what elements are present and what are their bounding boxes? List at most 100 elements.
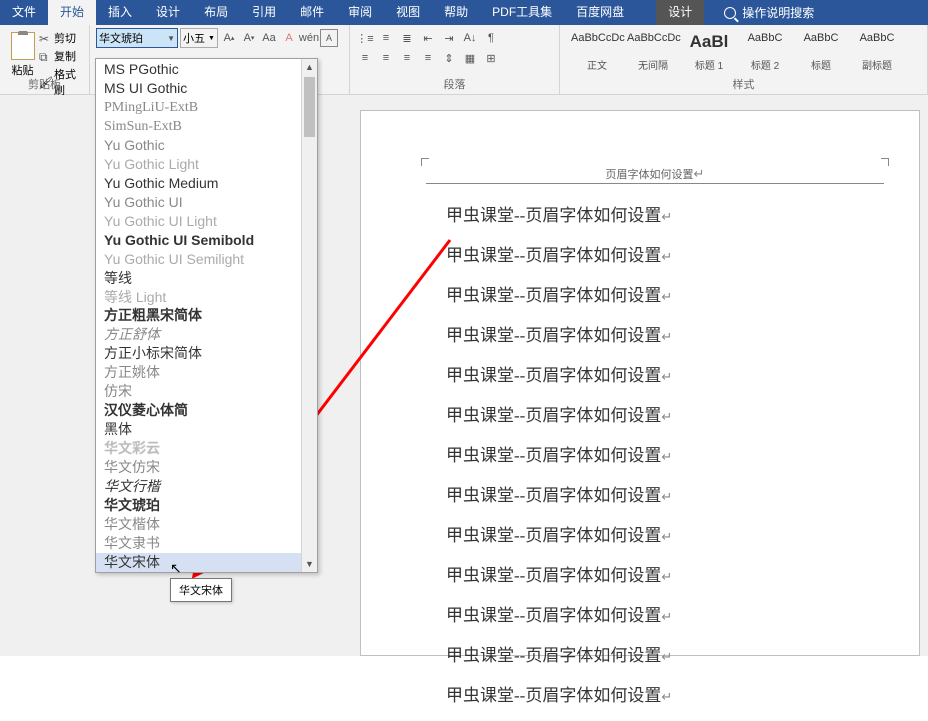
- font-tooltip: 华文宋体: [170, 578, 232, 602]
- font-item[interactable]: 方正粗黑宋简体: [96, 306, 317, 325]
- scissors-icon: [39, 32, 51, 44]
- shrink-font-button[interactable]: A▾: [240, 29, 258, 47]
- body-line[interactable]: 甲虫课堂--页眉字体如何设置↵: [446, 281, 879, 306]
- align-right-button[interactable]: ≡: [398, 49, 416, 67]
- font-item[interactable]: 仿宋: [96, 382, 317, 401]
- style-正文[interactable]: AaBbCcDc正文: [570, 29, 624, 75]
- tab-开始[interactable]: 开始: [48, 0, 96, 25]
- copy-button[interactable]: 复制: [39, 48, 83, 64]
- cut-button[interactable]: 剪切: [39, 30, 83, 46]
- scroll-thumb[interactable]: [304, 77, 315, 137]
- style-标题[interactable]: AaBbC标题: [794, 29, 848, 75]
- font-name-select[interactable]: 华文琥珀▼: [96, 28, 178, 48]
- tab-引用[interactable]: 引用: [240, 0, 288, 25]
- page-header[interactable]: 页眉字体如何设置↵: [426, 164, 884, 184]
- font-item[interactable]: 黑体: [96, 420, 317, 439]
- body-line[interactable]: 甲虫课堂--页眉字体如何设置↵: [446, 521, 879, 546]
- font-item[interactable]: Yu Gothic Light: [96, 154, 317, 173]
- numbering-button[interactable]: ≡: [377, 29, 395, 47]
- shading-button[interactable]: ▦: [461, 49, 479, 67]
- style-标题 2[interactable]: AaBbC标题 2: [738, 29, 792, 75]
- body-line[interactable]: 甲虫课堂--页眉字体如何设置↵: [446, 401, 879, 426]
- context-tab-design[interactable]: 设计: [656, 0, 704, 25]
- page[interactable]: 页眉字体如何设置↵ 甲虫课堂--页眉字体如何设置↵ 甲虫课堂--页眉字体如何设置↵…: [360, 110, 920, 656]
- tab-文件[interactable]: 文件: [0, 0, 48, 25]
- scroll-down-icon[interactable]: ▼: [302, 556, 317, 572]
- search-icon: [724, 7, 736, 19]
- scrollbar[interactable]: ▲ ▼: [301, 59, 317, 572]
- decrease-indent-button[interactable]: ⇤: [419, 29, 437, 47]
- font-item[interactable]: Yu Gothic Medium: [96, 173, 317, 192]
- char-border-button[interactable]: A: [320, 29, 338, 47]
- tab-帮助[interactable]: 帮助: [432, 0, 480, 25]
- sort-button[interactable]: A↓: [461, 29, 479, 47]
- page-body[interactable]: 甲虫课堂--页眉字体如何设置↵ 甲虫课堂--页眉字体如何设置↵ 甲虫课堂--页眉字体…: [446, 201, 879, 721]
- tab-邮件[interactable]: 邮件: [288, 0, 336, 25]
- tab-百度网盘[interactable]: 百度网盘: [564, 0, 636, 25]
- phonetic-guide-button[interactable]: wén: [300, 29, 318, 47]
- body-line[interactable]: 甲虫课堂--页眉字体如何设置↵: [446, 241, 879, 266]
- font-item[interactable]: 汉仪菱心体简: [96, 401, 317, 420]
- body-line[interactable]: 甲虫课堂--页眉字体如何设置↵: [446, 681, 879, 706]
- font-item[interactable]: 等线: [96, 268, 317, 287]
- font-item[interactable]: 方正小标宋简体: [96, 344, 317, 363]
- tell-me-search[interactable]: 操作说明搜索: [724, 4, 814, 21]
- font-item[interactable]: PMingLiU-ExtB: [96, 97, 317, 116]
- font-item[interactable]: 等线 Light: [96, 287, 317, 306]
- justify-button[interactable]: ≡: [419, 49, 437, 67]
- line-spacing-button[interactable]: ⇕: [440, 49, 458, 67]
- change-case-button[interactable]: Aa: [260, 29, 278, 47]
- tab-插入[interactable]: 插入: [96, 0, 144, 25]
- clipboard-group: 粘贴 剪切 复制 格式刷 剪贴板: [0, 25, 90, 94]
- font-item[interactable]: 华文仿宋: [96, 458, 317, 477]
- body-line[interactable]: 甲虫课堂--页眉字体如何设置↵: [446, 441, 879, 466]
- font-item[interactable]: Yu Gothic UI Semilight: [96, 249, 317, 268]
- body-line[interactable]: 甲虫课堂--页眉字体如何设置↵: [446, 361, 879, 386]
- clear-formatting-button[interactable]: A: [280, 29, 298, 47]
- font-item[interactable]: 华文宋体: [96, 553, 317, 572]
- borders-button[interactable]: ⊞: [482, 49, 500, 67]
- tab-设计[interactable]: 设计: [144, 0, 192, 25]
- font-item[interactable]: 华文楷体: [96, 515, 317, 534]
- font-item[interactable]: 方正舒体: [96, 325, 317, 344]
- body-line[interactable]: 甲虫课堂--页眉字体如何设置↵: [446, 481, 879, 506]
- tab-布局[interactable]: 布局: [192, 0, 240, 25]
- body-line[interactable]: 甲虫课堂--页眉字体如何设置↵: [446, 601, 879, 626]
- font-item[interactable]: 方正姚体: [96, 363, 317, 382]
- tab-审阅[interactable]: 审阅: [336, 0, 384, 25]
- align-left-button[interactable]: ≡: [356, 49, 374, 67]
- font-item[interactable]: SimSun-ExtB: [96, 116, 317, 135]
- multilevel-button[interactable]: ≣: [398, 29, 416, 47]
- show-marks-button[interactable]: ¶: [482, 29, 500, 47]
- cursor-icon: ↖: [170, 560, 182, 577]
- font-item[interactable]: 华文琥珀: [96, 496, 317, 515]
- tab-PDF工具集[interactable]: PDF工具集: [480, 0, 564, 25]
- font-dropdown[interactable]: MS PGothicMS UI GothicPMingLiU-ExtBSimSu…: [95, 58, 318, 573]
- tab-视图[interactable]: 视图: [384, 0, 432, 25]
- style-无间隔[interactable]: AaBbCcDc无间隔: [626, 29, 680, 75]
- body-line[interactable]: 甲虫课堂--页眉字体如何设置↵: [446, 641, 879, 666]
- font-item[interactable]: Yu Gothic UI Light: [96, 211, 317, 230]
- body-line[interactable]: 甲虫课堂--页眉字体如何设置↵: [446, 321, 879, 346]
- style-标题 1[interactable]: AaBl标题 1: [682, 29, 736, 75]
- paragraph-group-label: 段落: [350, 76, 559, 92]
- font-item[interactable]: Yu Gothic UI Semibold: [96, 230, 317, 249]
- font-item[interactable]: 华文隶书: [96, 534, 317, 553]
- font-item[interactable]: Yu Gothic UI: [96, 192, 317, 211]
- style-副标题[interactable]: AaBbC副标题: [850, 29, 904, 75]
- font-item[interactable]: MS UI Gothic: [96, 78, 317, 97]
- paragraph-group: ⋮≡ ≡ ≣ ⇤ ⇥ A↓ ¶ ≡ ≡ ≡ ≡ ⇕ ▦ ⊞ 段落: [350, 25, 560, 94]
- menu-bar: 文件开始插入设计布局引用邮件审阅视图帮助PDF工具集百度网盘 设计 操作说明搜索: [0, 0, 928, 25]
- grow-font-button[interactable]: A▴: [220, 29, 238, 47]
- font-item[interactable]: Yu Gothic: [96, 135, 317, 154]
- body-line[interactable]: 甲虫课堂--页眉字体如何设置↵: [446, 201, 879, 226]
- scroll-up-icon[interactable]: ▲: [302, 59, 317, 75]
- font-item[interactable]: 华文行楷: [96, 477, 317, 496]
- bullets-button[interactable]: ⋮≡: [356, 29, 374, 47]
- increase-indent-button[interactable]: ⇥: [440, 29, 458, 47]
- align-center-button[interactable]: ≡: [377, 49, 395, 67]
- font-size-select[interactable]: 小五▼: [180, 28, 218, 48]
- body-line[interactable]: 甲虫课堂--页眉字体如何设置↵: [446, 561, 879, 586]
- font-item[interactable]: 华文彩云: [96, 439, 317, 458]
- font-item[interactable]: MS PGothic: [96, 59, 317, 78]
